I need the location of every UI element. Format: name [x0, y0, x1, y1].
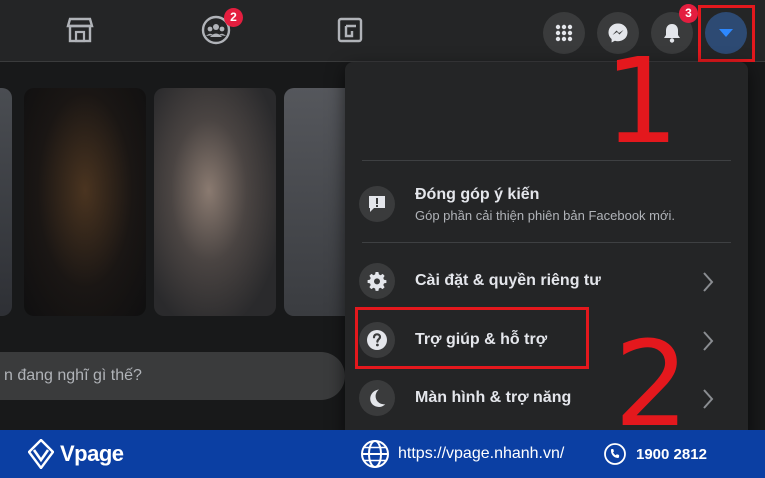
website-link[interactable]: https://vpage.nhanh.vn/	[360, 438, 564, 470]
marketplace-icon[interactable]	[64, 14, 96, 46]
gear-icon	[359, 263, 395, 299]
hotline[interactable]: 1900 2812	[604, 438, 707, 470]
notifications-badge: 3	[679, 4, 698, 23]
groups-badge: 2	[224, 8, 243, 27]
story-card[interactable]	[0, 88, 12, 316]
step1-number: 1	[604, 32, 680, 170]
step2-highlight-box	[355, 307, 589, 369]
gaming-icon[interactable]	[334, 14, 366, 46]
menu-item-label: Cài đặt & quyền riêng tư	[415, 272, 601, 289]
hotline-number: 1900 2812	[636, 445, 707, 463]
phone-icon	[604, 443, 626, 465]
step1-highlight-box	[698, 5, 755, 62]
story-card[interactable]	[154, 88, 276, 316]
grid-icon	[555, 24, 573, 42]
chevron-right-icon	[703, 272, 714, 292]
post-composer-input[interactable]: n đang nghĩ gì thế?	[0, 352, 345, 400]
step2-number: 2	[614, 315, 690, 453]
moon-icon	[359, 380, 395, 416]
feedback-icon	[359, 186, 395, 222]
vpage-footer-banner: Vpage https://vpage.nhanh.vn/ 1900 2812	[0, 430, 765, 478]
brand-name: Vpage	[60, 441, 124, 466]
menu-divider	[362, 242, 731, 243]
feedback-text: Đóng góp ý kiến Góp phần cải thiện phiên…	[415, 186, 675, 223]
story-card[interactable]	[24, 88, 146, 316]
chevron-right-icon	[703, 389, 714, 409]
screen: 2 3 n đang nghĩ gì thế? Đóng góp ý kiến …	[0, 0, 765, 478]
vpage-logo-icon	[28, 439, 54, 469]
feedback-subtitle: Góp phần cải thiện phiên bản Facebook mớ…	[415, 207, 676, 223]
menu-item-settings-privacy[interactable]: Cài đặt & quyền riêng tư	[359, 253, 734, 309]
menu-item-feedback[interactable]: Đóng góp ý kiến Góp phần cải thiện phiên…	[359, 174, 734, 234]
website-url: https://vpage.nhanh.vn/	[398, 445, 565, 462]
globe-icon	[361, 440, 389, 468]
menu-grid-button[interactable]	[543, 12, 585, 54]
stories-tray	[0, 88, 406, 318]
vpage-logo: Vpage	[28, 438, 124, 470]
chevron-right-icon	[703, 331, 714, 351]
menu-item-label: Màn hình & trợ năng	[415, 389, 572, 406]
feedback-title: Đóng góp ý kiến	[415, 185, 540, 203]
